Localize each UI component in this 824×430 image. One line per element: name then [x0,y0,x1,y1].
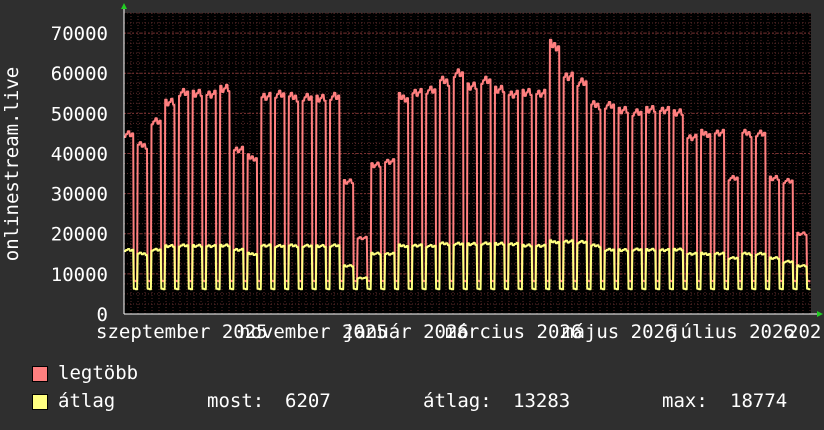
y-tick-label: 70000 [51,23,108,45]
y-axis-label: onlinestream.live [1,67,23,261]
legend-label-max: legtöbb [58,362,139,384]
y-tick-label: 40000 [51,143,108,165]
x-tick-label: július 2026 [669,321,795,343]
stat-max-label: max: [662,390,708,412]
x-axis-arrow-icon [817,311,823,317]
stat-avg-label: átlag: [423,390,492,412]
stat-current-value: 6207 [285,390,331,412]
y-axis-arrow-icon [121,3,127,9]
x-tick-label: 202 [787,321,821,343]
y-tick-label: 30000 [51,184,108,206]
y-tick-label: 10000 [51,264,108,286]
legend-swatch-max [32,366,48,382]
stat-avg-value: 13283 [513,390,571,412]
x-tick-label: május 2026 [562,321,676,343]
y-tick-label: 60000 [51,63,108,85]
y-tick-label: 20000 [51,224,108,246]
stat-current-label: most: [207,390,265,412]
stat-max-value: 18774 [730,390,788,412]
legend-label-avg: átlag [58,390,116,412]
legend-swatch-avg [32,394,48,410]
y-tick-label: 50000 [51,103,108,125]
